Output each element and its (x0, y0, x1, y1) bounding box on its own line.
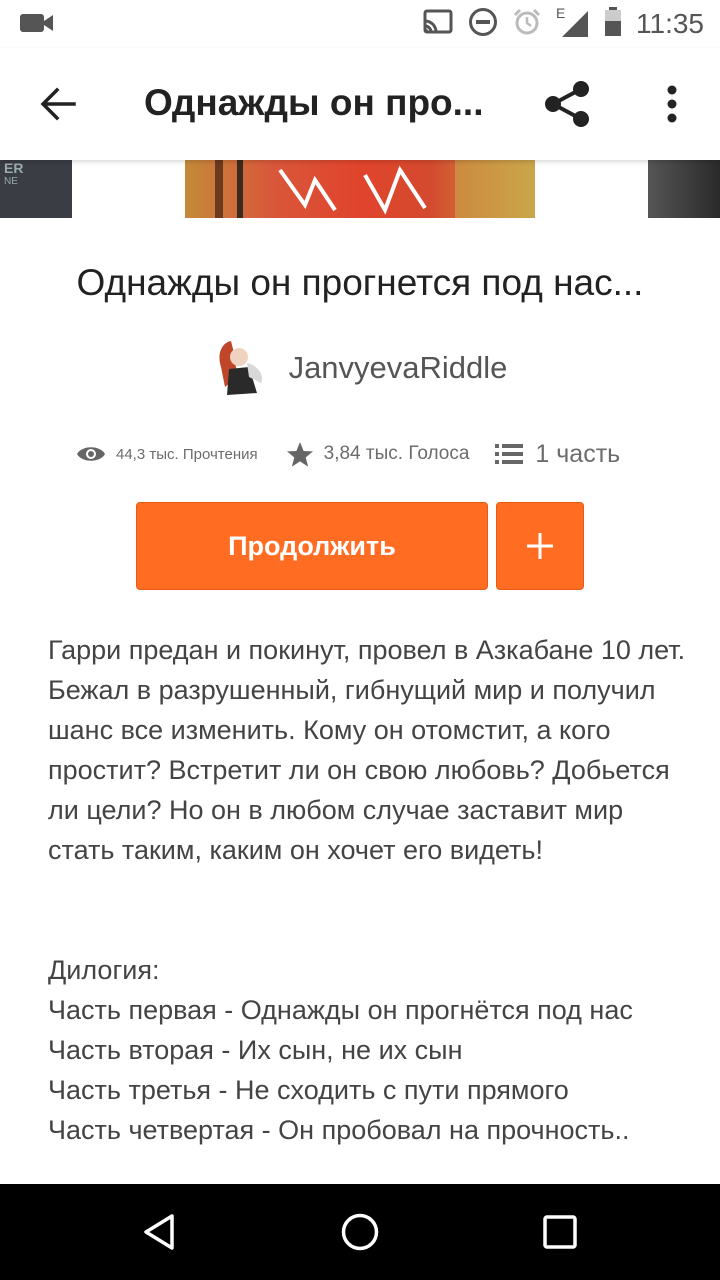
alarm-icon (512, 7, 542, 42)
parts-count: 1 часть (535, 439, 621, 468)
share-icon (545, 81, 589, 127)
votes-stat: 3,84 тыс. Голоса (286, 441, 470, 468)
description-text: Гарри предан и покинут, провел в Азкабан… (48, 635, 686, 865)
cover-left-text: ER (4, 160, 24, 176)
more-options-button[interactable] (648, 72, 696, 136)
square-recents-icon (543, 1215, 577, 1249)
add-to-library-button[interactable]: + (496, 502, 584, 590)
series-part: Часть первая - Однажды он прогнётся под … (48, 995, 633, 1025)
triangle-back-icon (144, 1214, 174, 1250)
cover-next[interactable] (648, 160, 720, 218)
more-vertical-icon (667, 85, 677, 123)
share-button[interactable] (536, 72, 600, 136)
plus-icon (527, 533, 553, 559)
nav-back-button[interactable] (130, 1202, 190, 1262)
nav-recents-button[interactable] (530, 1202, 590, 1262)
circle-home-icon (341, 1213, 379, 1251)
story-description: Гарри предан и покинут, провел в Азкабан… (48, 630, 688, 1150)
parts-stat[interactable]: 1 часть (495, 440, 620, 469)
do-not-disturb-icon (468, 7, 498, 42)
status-bar: E 11:35 (0, 0, 720, 48)
series-part: Часть третья - Не сходить с пути прямого (48, 1075, 569, 1105)
continue-reading-button[interactable]: Продолжить (136, 502, 488, 590)
author-row[interactable]: JanvyevaRiddle (0, 336, 720, 400)
author-name[interactable]: JanvyevaRiddle (289, 350, 508, 386)
reads-count: 44,3 тыс. Прочтения (116, 445, 258, 463)
battery-icon (604, 6, 622, 42)
star-icon (286, 441, 313, 467)
stats-row: 44,3 тыс. Прочтения 3,84 тыс. Голоса 1 ч… (76, 432, 620, 476)
cover-left-subtext: NE (4, 176, 18, 187)
app-bar-title: Однажды он про... (144, 82, 484, 123)
cover-previous[interactable]: ER NE (0, 160, 72, 218)
back-button[interactable] (30, 76, 86, 132)
reads-stat: 44,3 тыс. Прочтения (76, 444, 258, 464)
cover-current[interactable] (185, 160, 535, 218)
series-part: Часть вторая - Их сын, не их сын (48, 1035, 463, 1065)
series-part: Часть четвертая - Он пробовал на прочнос… (48, 1115, 630, 1145)
cast-icon (422, 8, 454, 41)
eye-icon (77, 447, 105, 461)
signal-icon: E (556, 5, 590, 39)
series-heading: Дилогия: (48, 955, 160, 985)
story-title: Однажды он прогнется под нас... (76, 262, 644, 303)
cover-carousel[interactable]: ER NE (0, 160, 720, 220)
votes-count: 3,84 тыс. Голоса (323, 443, 470, 464)
app-bar: Однажды он про... (0, 48, 720, 160)
system-navigation-bar (0, 1184, 720, 1280)
list-icon (495, 444, 524, 464)
nav-home-button[interactable] (330, 1202, 390, 1262)
arrow-back-icon (40, 87, 76, 121)
status-time: 11:35 (636, 8, 704, 39)
video-camera-icon (20, 12, 54, 39)
author-avatar[interactable] (213, 337, 269, 399)
cover-art (215, 160, 535, 218)
